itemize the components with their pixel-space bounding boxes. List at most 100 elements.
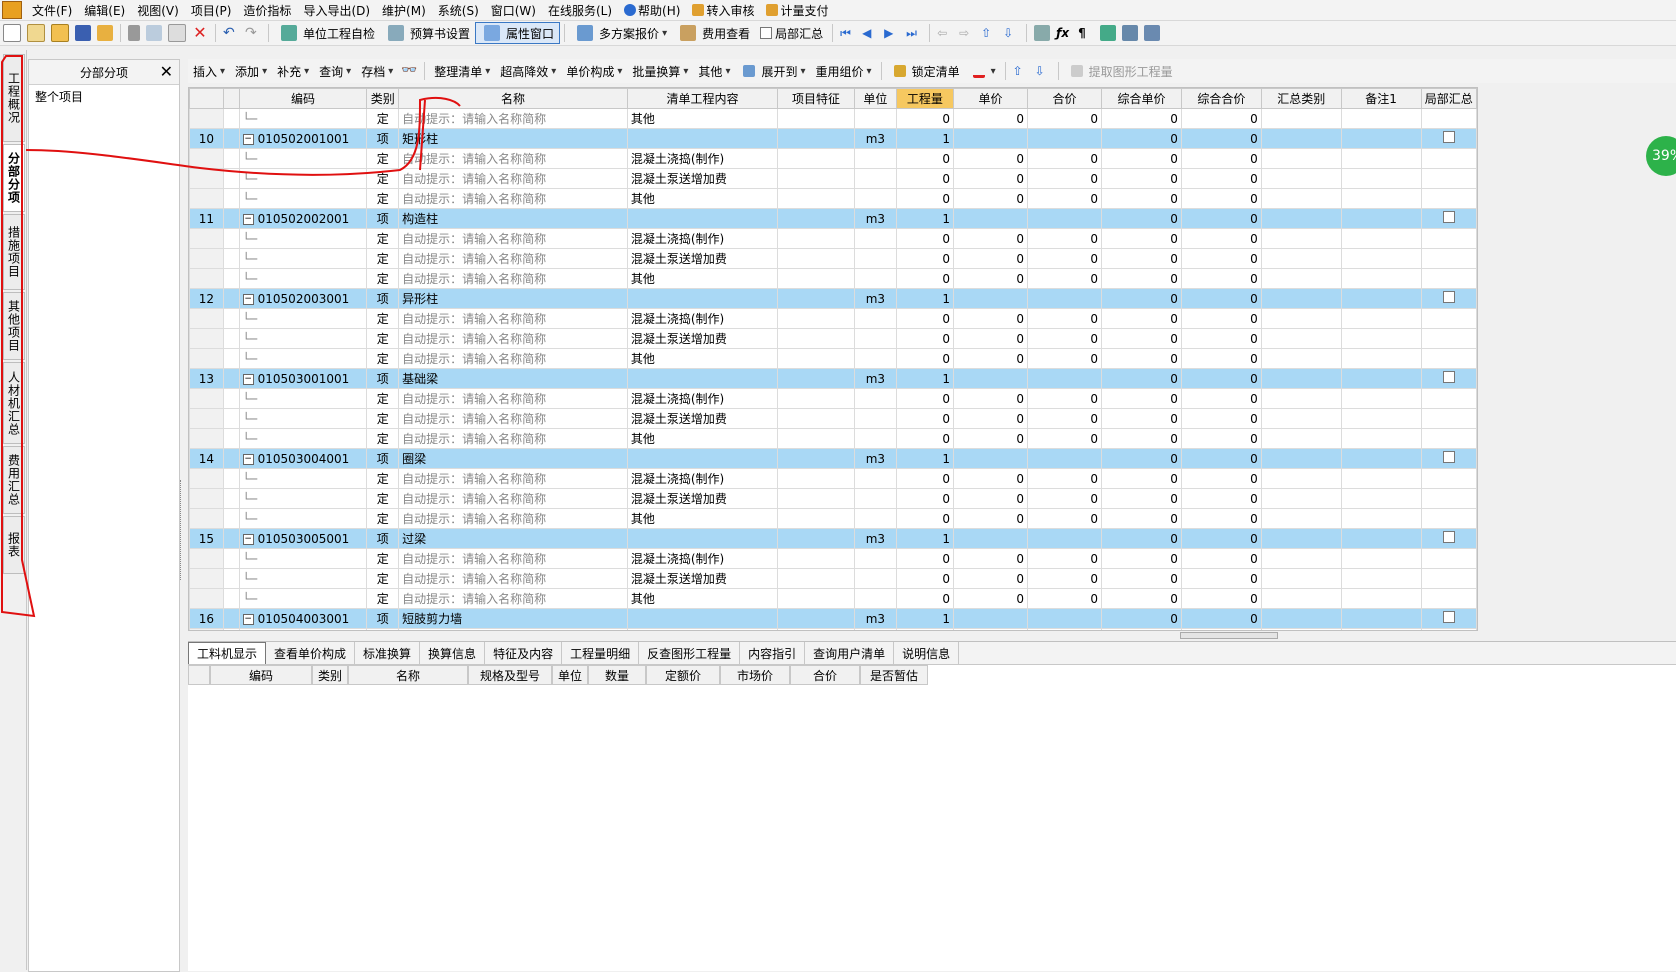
row-number-cell[interactable] (189, 428, 224, 449)
row-number-cell[interactable] (189, 468, 224, 489)
row-number-cell[interactable] (189, 548, 224, 569)
feature-cell[interactable] (777, 208, 855, 229)
feature-cell[interactable] (777, 268, 855, 289)
menu-item-4[interactable]: 造价指标 (237, 2, 297, 19)
tree-cell[interactable] (222, 468, 240, 489)
comp-total-cell[interactable]: 0 (1180, 548, 1262, 569)
detail-tab-7[interactable]: 内容指引 (740, 642, 806, 664)
row-number-cell[interactable]: 12 (189, 288, 224, 309)
name-cell[interactable]: 异形柱 (398, 288, 628, 309)
summary-category-cell[interactable] (1260, 348, 1342, 369)
local-summary-cell[interactable] (1420, 108, 1477, 129)
name-cell[interactable]: 自动提示：请输入名称简称 (398, 588, 628, 609)
name-cell[interactable]: 构造柱 (398, 208, 628, 229)
unit-cell[interactable] (853, 388, 897, 409)
comp-unit-price-cell[interactable]: 0 (1101, 148, 1182, 169)
quantity-cell[interactable]: 0 (895, 168, 955, 189)
quantity-cell[interactable]: 0 (895, 268, 955, 289)
content-cell[interactable]: 其他 (626, 508, 779, 529)
save-icon[interactable] (75, 25, 91, 41)
calculator-icon[interactable] (1034, 25, 1051, 41)
content-cell[interactable]: 混凝土泵送增加费 (626, 248, 779, 269)
code-cell[interactable]: └─ (238, 248, 368, 269)
comp-total-cell[interactable]: 0 (1180, 328, 1262, 349)
row-number-cell[interactable] (189, 588, 224, 609)
name-cell[interactable]: 过梁 (398, 528, 628, 549)
unit-price-cell[interactable]: 0 (953, 568, 1028, 589)
kind-cell[interactable]: 定 (366, 228, 400, 249)
local-summary-cell[interactable] (1420, 488, 1477, 509)
total-cell[interactable]: 0 (1027, 508, 1102, 529)
kind-cell[interactable]: 项 (366, 368, 400, 389)
detail-column-header-0[interactable]: 编码 (210, 665, 312, 685)
unit-cell[interactable] (853, 508, 897, 529)
comp-unit-price-cell[interactable]: 0 (1101, 588, 1182, 609)
code-cell[interactable]: └─ (238, 168, 368, 189)
unit-price-composition-button[interactable]: 单价构成 (561, 61, 627, 81)
detail-tab-8[interactable]: 查询用户清单 (805, 642, 895, 664)
tree-cell[interactable] (222, 488, 240, 509)
code-cell[interactable]: └─ (238, 308, 368, 329)
kind-cell[interactable]: 项 (366, 608, 400, 629)
total-cell[interactable]: 0 (1027, 548, 1102, 569)
kind-cell[interactable]: 项 (366, 208, 400, 229)
menu-item-1[interactable]: 编辑(E) (78, 2, 131, 19)
row-number-cell[interactable]: 13 (189, 368, 224, 389)
row-number-cell[interactable] (189, 148, 224, 169)
menu-item-5[interactable]: 导入导出(D) (297, 2, 376, 19)
menu-item-9[interactable]: 在线服务(L) (542, 2, 618, 19)
unit-cell[interactable]: m3 (853, 288, 897, 309)
local-summary-checkbox[interactable] (1442, 531, 1455, 543)
tree-cell[interactable] (222, 328, 240, 349)
comp-unit-price-cell[interactable]: 0 (1101, 448, 1182, 469)
remark-cell[interactable] (1340, 368, 1422, 389)
menu-item-0[interactable]: 文件(F) (26, 2, 78, 19)
comp-total-cell[interactable]: 0 (1180, 188, 1262, 209)
code-cell[interactable]: └─ (238, 348, 368, 369)
remark-cell[interactable] (1340, 228, 1422, 249)
code-cell[interactable]: └─ (238, 268, 368, 289)
row-number-cell[interactable] (189, 568, 224, 589)
column-header-14[interactable]: 备注1 (1340, 88, 1422, 109)
name-cell[interactable]: 自动提示：请输入名称简称 (398, 548, 628, 569)
lock-list-button[interactable]: 锁定清单 (886, 61, 965, 81)
supplement-button[interactable]: 补充 (272, 61, 314, 81)
unit-price-cell[interactable]: 0 (953, 628, 1028, 630)
remark-cell[interactable] (1340, 408, 1422, 429)
move-down-icon[interactable]: ⇩ (1003, 25, 1019, 41)
summary-category-cell[interactable] (1260, 288, 1342, 309)
multi-quote-button[interactable]: 多方案报价 (569, 23, 672, 43)
quantity-cell[interactable]: 0 (895, 468, 955, 489)
content-cell[interactable]: 其他 (626, 108, 779, 129)
unit-cell[interactable] (853, 248, 897, 269)
detail-tab-4[interactable]: 特征及内容 (485, 642, 563, 664)
unit-cell[interactable] (853, 328, 897, 349)
row-down-icon[interactable]: ⇩ (1035, 63, 1051, 79)
comp-unit-price-cell[interactable]: 0 (1101, 168, 1182, 189)
comp-unit-price-cell[interactable]: 0 (1101, 108, 1182, 129)
tree-cell[interactable] (222, 408, 240, 429)
remark-cell[interactable] (1340, 308, 1422, 329)
formula-icon[interactable]: ƒx (1056, 25, 1072, 41)
code-cell[interactable]: └─ (238, 328, 368, 349)
local-summary-toggle[interactable]: 局部汇总 (755, 23, 828, 43)
total-cell[interactable]: 0 (1027, 268, 1102, 289)
total-cell[interactable] (1027, 128, 1102, 149)
unit-price-cell[interactable]: 0 (953, 228, 1028, 249)
total-cell[interactable]: 0 (1027, 628, 1102, 630)
feature-cell[interactable] (777, 608, 855, 629)
total-cell[interactable] (1027, 608, 1102, 629)
kind-cell[interactable]: 定 (366, 468, 400, 489)
name-cell[interactable]: 自动提示：请输入名称简称 (398, 408, 628, 429)
feature-cell[interactable] (777, 288, 855, 309)
name-cell[interactable]: 自动提示：请输入名称简称 (398, 468, 628, 489)
remark-cell[interactable] (1340, 108, 1422, 129)
comp-total-cell[interactable]: 0 (1180, 288, 1262, 309)
content-cell[interactable] (626, 448, 779, 469)
content-cell[interactable]: 混凝土泵送增加费 (626, 568, 779, 589)
code-cell[interactable]: └─ (238, 148, 368, 169)
comp-total-cell[interactable]: 0 (1180, 108, 1262, 129)
open-folder-icon[interactable] (51, 24, 69, 42)
remark-cell[interactable] (1340, 588, 1422, 609)
total-cell[interactable]: 0 (1027, 568, 1102, 589)
